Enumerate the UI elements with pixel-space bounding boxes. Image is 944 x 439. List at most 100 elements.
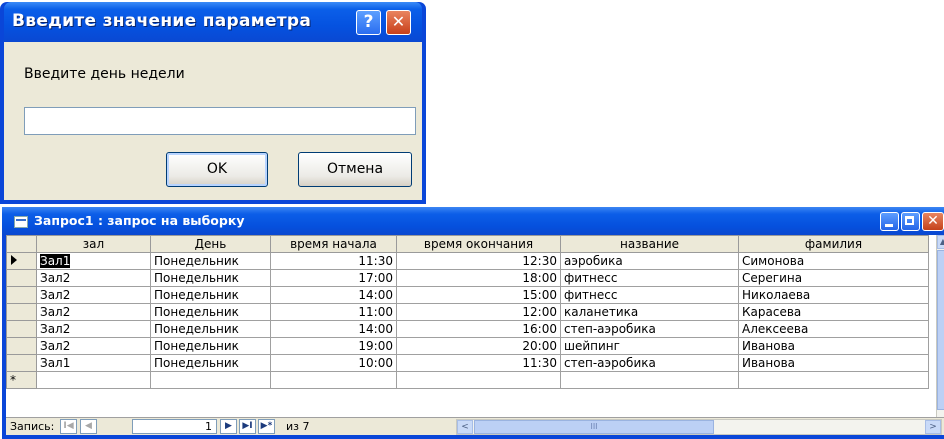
table-row[interactable]: Зал2 Понедельник 19:00 20:00 шейпинг Иванова	[6, 337, 929, 355]
column-header-name[interactable]: название	[560, 235, 739, 253]
cell-name[interactable]: степ-аэробика	[560, 354, 739, 372]
help-button[interactable]: ?	[356, 10, 381, 35]
query-window-titlebar[interactable]: Запрос1 : запрос на выборку ✕	[2, 207, 944, 235]
cell-hall[interactable]: Зал2	[36, 303, 151, 321]
maximize-button[interactable]	[901, 212, 920, 231]
cell-day[interactable]: Понедельник	[150, 269, 271, 287]
cell-start-time[interactable]: 10:00	[270, 354, 397, 372]
cell-end-time[interactable]: 12:00	[396, 303, 561, 321]
cell-start-time[interactable]: 17:00	[270, 269, 397, 287]
cell-surname[interactable]: Карасева	[738, 303, 929, 321]
cell-end-time[interactable]: 15:00	[396, 286, 561, 304]
cell-hall[interactable]: Зал1	[36, 252, 151, 270]
cell-day[interactable]: Понедельник	[150, 337, 271, 355]
last-record-button[interactable]: ▶I	[239, 419, 256, 434]
dialog-close-button[interactable]: ✕	[386, 10, 411, 35]
cell-name[interactable]: фитнесс	[560, 269, 739, 287]
table-row[interactable]: Зал2 Понедельник 14:00 16:00 степ-аэробика Ал…	[6, 320, 929, 338]
scroll-right-button[interactable]: >	[925, 420, 941, 434]
selected-text: Зал1	[40, 254, 71, 268]
last-record-icon: ▶I	[242, 421, 253, 431]
table-row[interactable]: Зал2 Понедельник 17:00 18:00 фитнесс Серегина	[6, 269, 929, 287]
cell-name[interactable]: шейпинг	[560, 337, 739, 355]
record-selector[interactable]	[6, 320, 37, 338]
record-number-field[interactable]: 1	[132, 419, 217, 434]
table-row[interactable]: Зал1 Понедельник 10:00 11:30 степ-аэробика Ив…	[6, 354, 929, 372]
cell-day[interactable]: Понедельник	[150, 354, 271, 372]
header-row: зал День время начала время окончания на…	[6, 235, 929, 253]
cell-start-time[interactable]: 11:00	[270, 303, 397, 321]
cell-day[interactable]: Понедельник	[150, 303, 271, 321]
previous-record-button[interactable]: ◀	[80, 419, 97, 434]
record-selector[interactable]: *	[6, 371, 37, 389]
cell-surname[interactable]: Алексеева	[738, 320, 929, 338]
record-selector[interactable]	[6, 354, 37, 372]
column-header-surname[interactable]: фамилия	[738, 235, 929, 253]
record-selector[interactable]	[6, 269, 37, 287]
column-header-day[interactable]: День	[150, 235, 271, 253]
dialog-body: Введите день недели OK Отмена	[4, 42, 422, 200]
ok-button[interactable]: OK	[166, 152, 268, 187]
cell-hall[interactable]: Зал2	[36, 337, 151, 355]
vertical-scroll-thumb[interactable]	[937, 250, 944, 410]
column-header-end-time[interactable]: время окончания	[396, 235, 561, 253]
cell-day[interactable]: Понедельник	[150, 286, 271, 304]
new-record-button[interactable]: ▶*	[258, 419, 275, 434]
cell-surname[interactable]: Серегина	[738, 269, 929, 287]
cell-surname[interactable]: Иванова	[738, 354, 929, 372]
cell-hall[interactable]: Зал2	[36, 269, 151, 287]
cell-surname[interactable]: Иванова	[738, 337, 929, 355]
table-row[interactable]: Зал2 Понедельник 11:00 12:00 каланетика Карас…	[6, 303, 929, 321]
cell-start-time[interactable]: 14:00	[270, 286, 397, 304]
datasheet: зал День время начала время окончания на…	[6, 235, 944, 417]
cell-end-time[interactable]: 12:30	[396, 252, 561, 270]
table-row[interactable]: Зал1 Понедельник 11:30 12:30 аэробика Симонов…	[6, 252, 929, 270]
cell-hall[interactable]: Зал2	[36, 286, 151, 304]
cell-empty[interactable]	[270, 371, 397, 389]
column-header-hall[interactable]: зал	[36, 235, 151, 253]
cell-empty[interactable]	[560, 371, 739, 389]
parameter-input[interactable]	[24, 107, 416, 135]
cell-day[interactable]: Понедельник	[150, 252, 271, 270]
cell-surname[interactable]: Симонова	[738, 252, 929, 270]
vertical-scrollbar[interactable]: ▲	[936, 235, 944, 417]
column-header-start-time[interactable]: время начала	[270, 235, 397, 253]
cell-name[interactable]: аэробика	[560, 252, 739, 270]
cell-start-time[interactable]: 14:00	[270, 320, 397, 338]
cell-surname[interactable]: Николаева	[738, 286, 929, 304]
cell-empty[interactable]	[150, 371, 271, 389]
cell-hall[interactable]: Зал1	[36, 354, 151, 372]
table-row[interactable]: Зал2 Понедельник 14:00 15:00 фитнесс Николаев…	[6, 286, 929, 304]
cell-end-time[interactable]: 11:30	[396, 354, 561, 372]
dialog-titlebar[interactable]: Введите значение параметра ? ✕	[4, 2, 422, 42]
next-record-icon: ▶	[225, 421, 232, 431]
select-all-corner[interactable]	[6, 235, 37, 253]
scroll-up-button[interactable]: ▲	[937, 235, 944, 249]
cell-empty[interactable]	[396, 371, 561, 389]
window-close-button[interactable]: ✕	[922, 212, 944, 231]
cell-name[interactable]: каланетика	[560, 303, 739, 321]
next-record-button[interactable]: ▶	[220, 419, 237, 434]
cell-name[interactable]: степ-аэробика	[560, 320, 739, 338]
horizontal-scroll-thumb[interactable]: III	[474, 420, 714, 434]
cell-empty[interactable]	[36, 371, 151, 389]
record-selector[interactable]	[6, 252, 37, 270]
first-record-button[interactable]: I◀	[60, 419, 77, 434]
cell-day[interactable]: Понедельник	[150, 320, 271, 338]
scroll-left-button[interactable]: <	[457, 420, 473, 434]
cancel-button[interactable]: Отмена	[298, 152, 412, 187]
cell-end-time[interactable]: 18:00	[396, 269, 561, 287]
cell-start-time[interactable]: 11:30	[270, 252, 397, 270]
cell-start-time[interactable]: 19:00	[270, 337, 397, 355]
record-selector[interactable]	[6, 286, 37, 304]
new-record-row[interactable]: *	[6, 371, 929, 389]
cell-name[interactable]: фитнесс	[560, 286, 739, 304]
cell-end-time[interactable]: 20:00	[396, 337, 561, 355]
cell-end-time[interactable]: 16:00	[396, 320, 561, 338]
horizontal-scrollbar[interactable]: < III >	[456, 419, 942, 435]
minimize-button[interactable]	[880, 212, 899, 231]
cell-empty[interactable]	[738, 371, 929, 389]
record-selector[interactable]	[6, 337, 37, 355]
record-selector[interactable]	[6, 303, 37, 321]
cell-hall[interactable]: Зал2	[36, 320, 151, 338]
